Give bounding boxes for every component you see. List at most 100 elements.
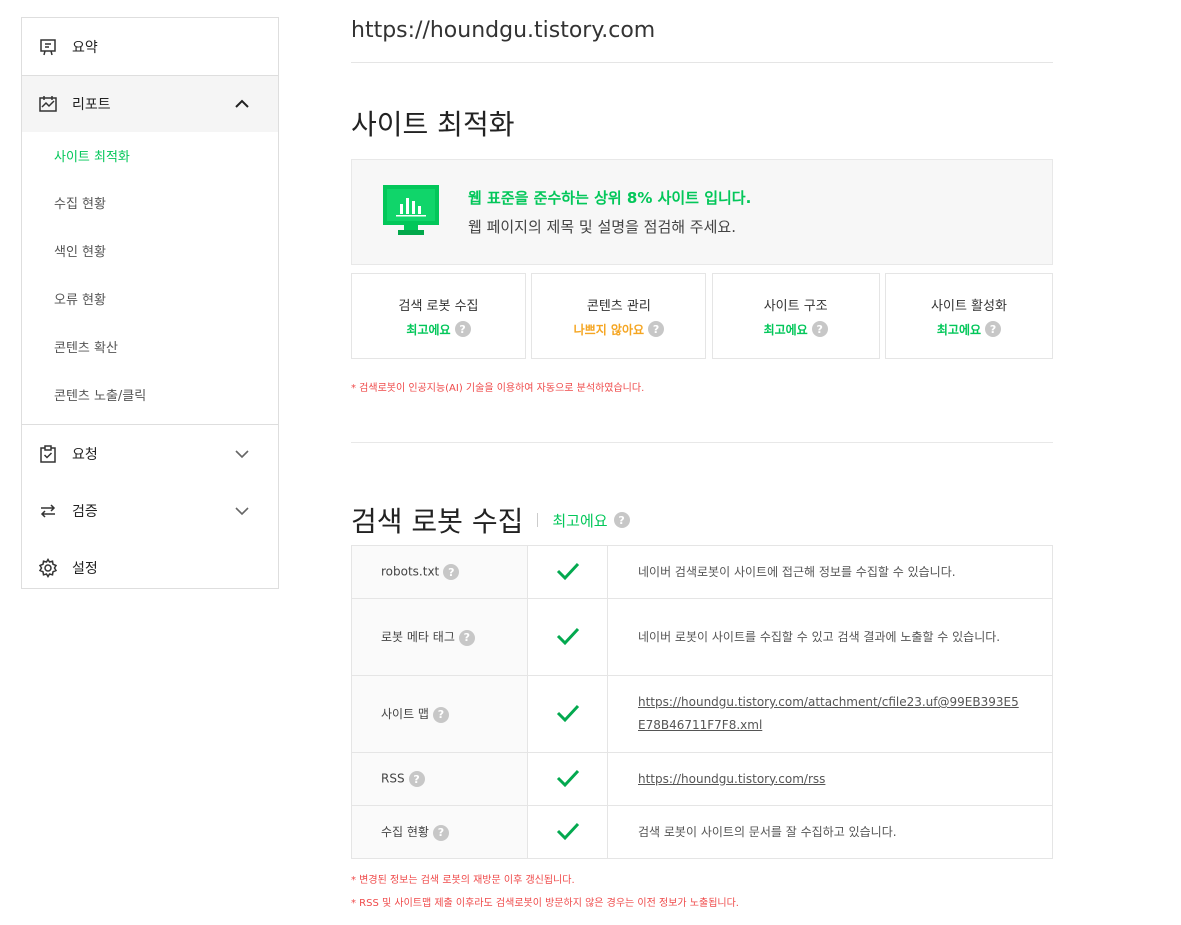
check-icon: [556, 703, 580, 726]
crawl-status: 최고에요?: [552, 510, 630, 531]
sub-crawl-status[interactable]: 수집 현황: [22, 178, 278, 226]
card-content[interactable]: 콘텐츠 관리 나쁘지 않아요?: [531, 273, 707, 359]
row-key: 수집 현황?: [351, 805, 528, 859]
row-key-text: 사이트 맵: [381, 707, 429, 722]
row-key: RSS?: [351, 752, 528, 806]
card-activation[interactable]: 사이트 활성화 최고에요?: [884, 273, 1053, 359]
nav-verify[interactable]: 검증: [22, 482, 278, 539]
help-icon[interactable]: ?: [454, 321, 471, 337]
rss-note: * RSS 및 사이트맵 제출 이후라도 검색로봇이 방문하지 않은 경우는 이…: [351, 898, 739, 909]
crawl-table: robots.txt? 네이버 검색로봇이 사이트에 접근해 정보를 수집할 수…: [351, 545, 1053, 859]
page-title: 사이트 최적화: [351, 108, 515, 141]
chevron-down-icon[interactable]: [234, 446, 250, 462]
row-check: [527, 752, 608, 806]
separator: [537, 513, 539, 527]
row-value: https://houndgu.tistory.com/attachment/c…: [607, 675, 1053, 753]
optimization-banner: 웹 표준을 준수하는 상위 8% 사이트 입니다. 웹 페이지의 제목 및 설명…: [351, 159, 1053, 265]
help-icon[interactable]: ?: [458, 629, 475, 646]
summary-icon: [38, 37, 58, 57]
row-value: https://houndgu.tistory.com/rss: [607, 752, 1053, 806]
sidebar: 요약 리포트 사이트 최적화 수집 현황 색인 현황 오류 현황 콘텐츠 확산 …: [21, 17, 279, 589]
card-status-text: 최고에요: [406, 322, 451, 337]
table-row: 사이트 맵? https://houndgu.tistory.com/attac…: [351, 675, 1053, 753]
sitemap-link[interactable]: https://houndgu.tistory.com/attachment/c…: [638, 695, 1019, 732]
main-content: https://houndgu.tistory.com 사이트 최적화 웹 표준…: [351, 0, 1053, 909]
nav-summary-label: 요약: [72, 39, 98, 56]
crawl-title: 검색 로봇 수집: [351, 505, 524, 538]
help-icon[interactable]: ?: [985, 321, 1002, 337]
row-key-text: 로봇 메타 태그: [381, 630, 455, 645]
table-row: 수집 현황? 검색 로봇이 사이트의 문서를 잘 수집하고 있습니다.: [351, 805, 1053, 859]
row-check: [527, 805, 608, 859]
sub-error-status[interactable]: 오류 현황: [22, 274, 278, 322]
nav-verify-label: 검증: [72, 503, 98, 520]
card-title: 검색 로봇 수집: [398, 298, 479, 314]
row-key-text: 수집 현황: [381, 825, 429, 840]
card-structure[interactable]: 사이트 구조 최고에요?: [711, 273, 880, 359]
nav-settings[interactable]: 설정: [22, 539, 278, 596]
nav-request-label: 요청: [72, 446, 98, 463]
help-icon[interactable]: ?: [443, 564, 460, 580]
nav-report[interactable]: 리포트: [22, 75, 278, 132]
settings-icon: [38, 557, 58, 578]
help-icon[interactable]: ?: [408, 771, 425, 787]
request-icon: [38, 444, 58, 464]
nav-request[interactable]: 요청: [22, 425, 278, 482]
card-crawl[interactable]: 검색 로봇 수집 최고에요?: [351, 273, 526, 359]
row-check: [527, 598, 608, 676]
ai-note: * 검색로봇이 인공지능(AI) 기술을 이용하여 자동으로 분석하였습니다.: [351, 383, 645, 394]
site-url: https://houndgu.tistory.com: [351, 0, 1053, 63]
table-row: RSS? https://houndgu.tistory.com/rss: [351, 752, 1053, 806]
chevron-down-icon[interactable]: [234, 503, 250, 519]
report-icon: [38, 94, 58, 114]
nav-summary[interactable]: 요약: [22, 18, 278, 75]
card-status: 최고에요?: [936, 321, 1002, 338]
table-row: robots.txt? 네이버 검색로봇이 사이트에 접근해 정보를 수집할 수…: [351, 545, 1053, 599]
card-status: 최고에요?: [764, 321, 828, 338]
help-icon[interactable]: ?: [432, 706, 449, 723]
row-value: 네이버 검색로봇이 사이트에 접근해 정보를 수집할 수 있습니다.: [607, 545, 1053, 599]
rss-link[interactable]: https://houndgu.tistory.com/rss: [638, 772, 825, 786]
help-icon[interactable]: ?: [648, 321, 665, 337]
row-key: 로봇 메타 태그?: [351, 598, 528, 676]
card-status: 나쁘지 않아요?: [573, 321, 665, 338]
check-icon: [556, 561, 580, 584]
crawl-section-header: 검색 로봇 수집 최고에요?: [351, 495, 1053, 545]
chevron-up-icon[interactable]: [234, 96, 250, 112]
help-icon[interactable]: ?: [432, 824, 449, 841]
card-status-text: 나쁘지 않아요: [573, 322, 645, 337]
row-key-text: robots.txt: [381, 564, 440, 579]
card-status-text: 최고에요: [763, 322, 808, 337]
update-note: * 변경된 정보는 검색 로봇의 재방문 이후 갱신됩니다.: [351, 875, 575, 886]
check-icon: [556, 821, 580, 844]
sub-index-status[interactable]: 색인 현황: [22, 226, 278, 274]
report-subnav: 사이트 최적화 수집 현황 색인 현황 오류 현황 콘텐츠 확산 콘텐츠 노출/…: [22, 132, 278, 425]
help-icon[interactable]: ?: [613, 512, 630, 528]
table-row: 로봇 메타 태그? 네이버 로봇이 사이트를 수집할 수 있고 검색 결과에 노…: [351, 598, 1053, 676]
row-key: 사이트 맵?: [351, 675, 528, 753]
card-title: 사이트 활성화: [931, 298, 1007, 314]
row-check: [527, 545, 608, 599]
card-status-text: 최고에요: [936, 322, 982, 337]
banner-headline: 웹 표준을 준수하는 상위 8% 사이트 입니다.: [468, 189, 752, 207]
divider: [351, 442, 1053, 443]
card-title: 콘텐츠 관리: [586, 298, 651, 314]
card-title: 사이트 구조: [763, 298, 828, 314]
verify-icon: [38, 501, 58, 521]
row-value: 네이버 로봇이 사이트를 수집할 수 있고 검색 결과에 노출할 수 있습니다.: [607, 598, 1053, 676]
row-key-text: RSS: [381, 771, 405, 786]
card-status: 최고에요?: [406, 321, 471, 338]
row-key: robots.txt?: [351, 545, 528, 599]
crawl-status-text: 최고에요: [552, 511, 608, 530]
row-check: [527, 675, 608, 753]
banner-subtext: 웹 페이지의 제목 및 설명을 점검해 주세요.: [468, 218, 736, 236]
nav-report-label: 리포트: [72, 97, 111, 113]
row-value: 검색 로봇이 사이트의 문서를 잘 수집하고 있습니다.: [607, 805, 1053, 859]
nav-settings-label: 설정: [72, 560, 98, 577]
help-icon[interactable]: ?: [811, 321, 828, 337]
sub-content-exposure[interactable]: 콘텐츠 노출/클릭: [22, 370, 278, 418]
sub-content-spread[interactable]: 콘텐츠 확산: [22, 322, 278, 370]
sub-site-optimization[interactable]: 사이트 최적화: [22, 132, 278, 178]
score-cards: 검색 로봇 수집 최고에요? 콘텐츠 관리 나쁘지 않아요? 사이트 구조 최고…: [351, 273, 1053, 359]
check-icon: [556, 626, 580, 649]
